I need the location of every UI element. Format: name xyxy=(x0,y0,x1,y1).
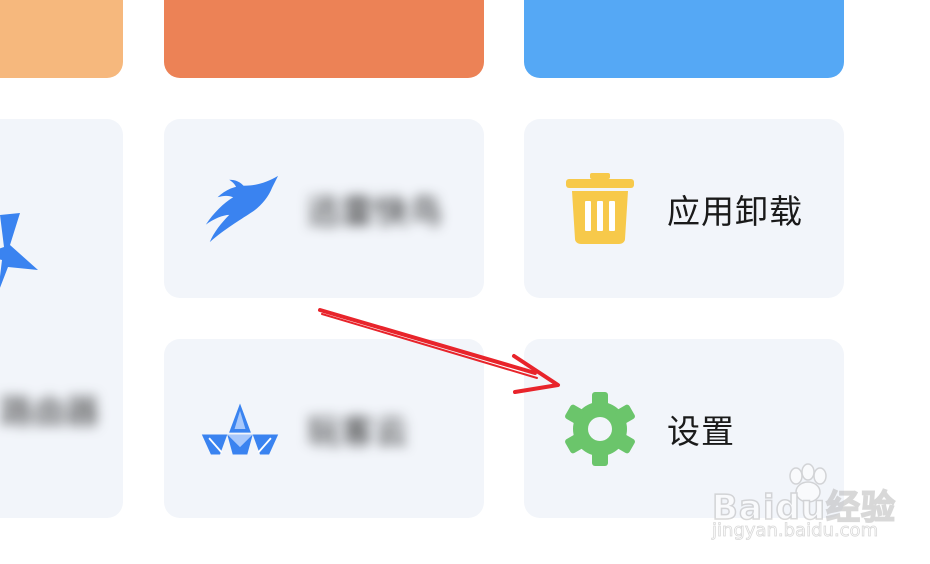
app-label-settings: 设置 xyxy=(667,411,735,451)
top-tile-orange[interactable] xyxy=(164,0,484,78)
app-card-uninstall[interactable]: 应用卸载 xyxy=(524,119,844,298)
paper-boat-icon xyxy=(200,389,280,469)
lightning-star-icon xyxy=(0,213,38,288)
app-label-xunlei: 迅雷快鸟 xyxy=(307,191,443,231)
gear-icon xyxy=(560,389,640,469)
swallow-bird-icon xyxy=(200,169,280,249)
top-tile-blue[interactable] xyxy=(524,0,844,78)
left-app-label: 路由器 xyxy=(0,392,99,431)
app-label-uninstall: 应用卸载 xyxy=(667,191,803,231)
app-card-xunlei[interactable]: 迅雷快鸟 xyxy=(164,119,484,298)
top-tile-orange-light[interactable] xyxy=(0,0,123,78)
app-grid-screen: 路由器 迅雷快鸟 应用卸载 玩客云 设置 Baidu经验 jingyan.bai… xyxy=(0,0,930,564)
app-label-cloud: 玩客云 xyxy=(307,411,409,451)
left-app-card[interactable] xyxy=(0,119,123,518)
watermark-sub-text: jingyan.baidu.com xyxy=(712,520,879,542)
app-card-cloud[interactable]: 玩客云 xyxy=(164,339,484,518)
trash-can-icon xyxy=(560,169,640,249)
baidu-jingyan-watermark: Baidu经验 jingyan.baidu.com xyxy=(711,463,912,548)
